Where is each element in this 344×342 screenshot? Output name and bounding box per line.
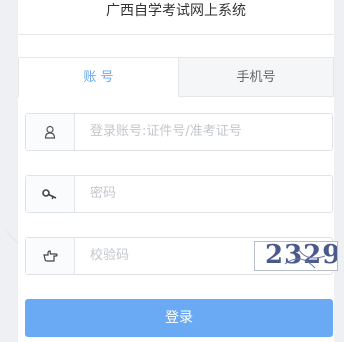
account-field[interactable]: 登录账号:证件号/准考证号 [25, 113, 333, 151]
captcha-placeholder: 校验码 [90, 248, 130, 263]
captcha-field[interactable]: 校验码 2329 [25, 237, 338, 275]
login-tabs: 账 号 手机号 [18, 57, 334, 97]
tab-account[interactable]: 账 号 [18, 57, 178, 97]
login-card: 广西自学考试网上系统 账 号 手机号 登录账号:证件号/准考证号 密码 校验码 … [18, 0, 338, 342]
password-field[interactable]: 密码 [25, 175, 333, 213]
account-placeholder: 登录账号:证件号/准考证号 [90, 124, 242, 139]
key-icon [26, 176, 75, 212]
login-button[interactable]: 登录 [25, 299, 333, 337]
captcha-image[interactable]: 2329 [254, 241, 338, 271]
hand-point-icon [26, 238, 75, 274]
page-title: 广西自学考试网上系统 [106, 3, 246, 19]
divider [18, 34, 334, 35]
password-placeholder: 密码 [90, 186, 117, 201]
user-icon [26, 114, 75, 150]
tab-phone[interactable]: 手机号 [178, 57, 334, 97]
